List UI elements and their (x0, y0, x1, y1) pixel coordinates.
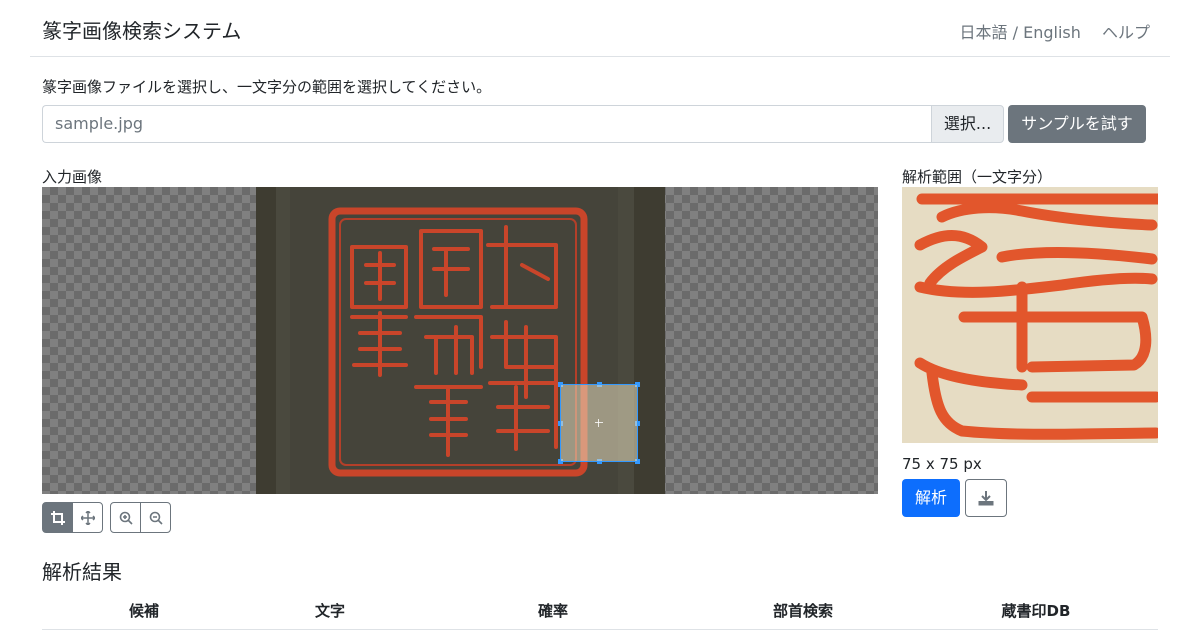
crop-center-icon (595, 419, 603, 427)
file-input-group: sample.jpg 選択... (42, 105, 1004, 143)
language-switch[interactable]: 日本語 / English (960, 19, 1081, 43)
results-title: 解析結果 (42, 560, 122, 584)
app-title[interactable]: 篆字画像検索システム (42, 15, 241, 44)
move-icon (80, 510, 95, 525)
zoom-out-icon (149, 511, 163, 525)
column-candidate: 候補 (42, 593, 246, 630)
table-header-row: 候補 文字 確率 部首検索 蔵書印DB (42, 593, 1158, 630)
analyze-button[interactable]: 解析 (902, 479, 960, 517)
navbar: 篆字画像検索システム 日本語 / English ヘルプ (30, 0, 1170, 57)
preview-image (902, 187, 1158, 443)
input-image-label: 入力画像 (42, 168, 103, 186)
try-sample-button[interactable]: サンプルを試す (1008, 105, 1146, 143)
column-radical-search: 部首検索 (692, 593, 914, 630)
file-name-field[interactable]: sample.jpg (42, 105, 932, 143)
crop-preview (902, 187, 1158, 443)
zoom-group (110, 502, 171, 533)
crop-icon (50, 510, 65, 525)
move-mode-button[interactable] (72, 502, 103, 533)
crop-selection[interactable] (558, 382, 640, 464)
upload-instruction: 篆字画像ファイルを選択し、一文字分の範囲を選択してください。 (42, 78, 492, 96)
column-character: 文字 (246, 593, 414, 630)
help-link[interactable]: ヘルプ (1102, 19, 1150, 43)
zoom-in-button[interactable] (110, 502, 141, 533)
seal-photo (256, 187, 665, 494)
download-button[interactable] (965, 479, 1007, 517)
column-seal-db: 蔵書印DB (914, 593, 1158, 630)
browse-button[interactable]: 選択... (931, 105, 1004, 143)
drag-mode-group (42, 502, 103, 533)
image-canvas[interactable] (42, 187, 878, 494)
zoom-out-button[interactable] (140, 502, 171, 533)
column-probability: 確率 (414, 593, 692, 630)
download-icon (978, 491, 994, 506)
results-table: 候補 文字 確率 部首検索 蔵書印DB (42, 593, 1158, 630)
nav-links: 日本語 / English ヘルプ (960, 19, 1150, 43)
analysis-range-label: 解析範囲（一文字分） (902, 168, 1053, 186)
crop-mode-button[interactable] (42, 502, 73, 533)
selection-size: 75 x 75 px (902, 455, 982, 473)
zoom-in-icon (119, 511, 133, 525)
